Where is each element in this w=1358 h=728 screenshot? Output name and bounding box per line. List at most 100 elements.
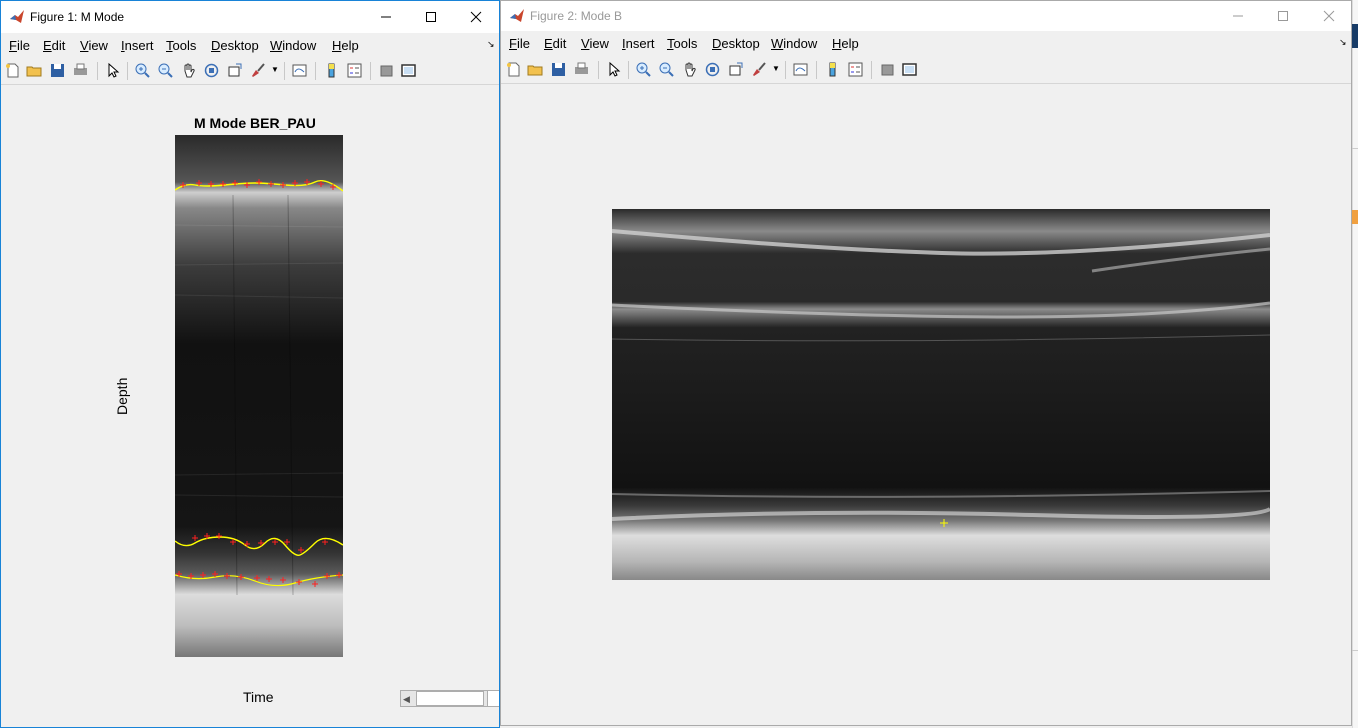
b-mode-image[interactable] bbox=[612, 209, 1270, 580]
menu-insert[interactable]: Insert bbox=[121, 38, 154, 53]
legend-icon[interactable] bbox=[346, 62, 363, 79]
new-figure-icon[interactable] bbox=[505, 61, 522, 78]
brush-dropdown-icon[interactable]: ▼ bbox=[271, 65, 279, 74]
legend-icon[interactable] bbox=[847, 61, 864, 78]
minimize-icon bbox=[1233, 15, 1243, 17]
pan-icon[interactable] bbox=[681, 61, 698, 78]
hide-plot-tools-icon[interactable] bbox=[879, 61, 896, 78]
figure1-title: Figure 1: M Mode bbox=[30, 10, 125, 24]
plot-title: M Mode BER_PAU bbox=[194, 115, 316, 131]
menu-file[interactable]: File bbox=[509, 36, 530, 51]
figure2-toolbar: ▼ bbox=[501, 57, 1351, 84]
background-window-edge bbox=[1352, 0, 1358, 728]
zoom-in-icon[interactable] bbox=[635, 61, 652, 78]
menu-desktop[interactable]: Desktop bbox=[211, 38, 259, 53]
toolbar-separator bbox=[785, 61, 786, 79]
matlab-logo-icon bbox=[10, 10, 24, 23]
toolbar-separator bbox=[315, 62, 316, 80]
pointer-icon[interactable] bbox=[605, 61, 622, 78]
background-window-line bbox=[1352, 148, 1358, 149]
m-mode-image[interactable] bbox=[175, 135, 343, 657]
background-window-tab bbox=[1352, 24, 1358, 48]
toolbar-separator bbox=[816, 61, 817, 79]
close-icon bbox=[470, 11, 482, 23]
menu-file[interactable]: File bbox=[9, 38, 30, 53]
pointer-icon[interactable] bbox=[104, 62, 121, 79]
zoom-out-icon[interactable] bbox=[658, 61, 675, 78]
rotate-3d-icon[interactable] bbox=[203, 62, 220, 79]
dock-arrow-icon[interactable]: ↘ bbox=[487, 40, 495, 49]
pan-icon[interactable] bbox=[180, 62, 197, 79]
toolbar-separator bbox=[97, 62, 98, 80]
close-button[interactable] bbox=[1306, 1, 1351, 31]
menu-desktop[interactable]: Desktop bbox=[712, 36, 760, 51]
menu-tools[interactable]: Tools bbox=[667, 36, 697, 51]
link-plot-icon[interactable] bbox=[291, 62, 308, 79]
menu-window[interactable]: Window bbox=[270, 38, 316, 53]
menu-view[interactable]: View bbox=[581, 36, 609, 51]
open-file-icon[interactable] bbox=[527, 61, 544, 78]
brush-dropdown-icon[interactable]: ▼ bbox=[772, 64, 780, 73]
menu-edit[interactable]: Edit bbox=[43, 38, 65, 53]
rotate-3d-icon[interactable] bbox=[704, 61, 721, 78]
maximize-icon bbox=[1278, 11, 1288, 21]
dock-arrow-icon[interactable]: ↘ bbox=[1339, 38, 1347, 47]
maximize-button[interactable] bbox=[1260, 1, 1306, 31]
link-plot-icon[interactable] bbox=[792, 61, 809, 78]
toolbar-separator bbox=[370, 62, 371, 80]
minimize-button[interactable] bbox=[363, 1, 409, 33]
show-plot-tools-icon[interactable] bbox=[400, 62, 417, 79]
hide-plot-tools-icon[interactable] bbox=[378, 62, 395, 79]
scroll-thumb[interactable] bbox=[416, 691, 484, 706]
print-icon[interactable] bbox=[72, 62, 89, 79]
brush-icon[interactable] bbox=[249, 62, 266, 79]
save-icon[interactable] bbox=[550, 61, 567, 78]
toolbar-separator bbox=[871, 61, 872, 79]
minimize-button[interactable] bbox=[1215, 1, 1261, 31]
menu-insert[interactable]: Insert bbox=[622, 36, 655, 51]
close-button[interactable] bbox=[453, 1, 499, 33]
figure2-title: Figure 2: Mode B bbox=[530, 9, 623, 23]
scroll-right-segment[interactable] bbox=[487, 691, 499, 706]
figure1-window: Figure 1: M Mode File Edit View Insert T… bbox=[0, 0, 500, 728]
figure1-menubar: File Edit View Insert Tools Desktop Wind… bbox=[1, 33, 499, 57]
x-axis-label: Time bbox=[243, 689, 274, 705]
horizontal-scrollbar[interactable]: ◀ bbox=[400, 690, 499, 707]
figure2-menubar: File Edit View Insert Tools Desktop Wind… bbox=[501, 31, 1351, 55]
print-icon[interactable] bbox=[573, 61, 590, 78]
colorbar-icon[interactable] bbox=[824, 61, 841, 78]
open-file-icon[interactable] bbox=[26, 62, 43, 79]
zoom-out-icon[interactable] bbox=[157, 62, 174, 79]
menu-help[interactable]: Help bbox=[332, 38, 359, 53]
show-plot-tools-icon[interactable] bbox=[901, 61, 918, 78]
figure1-toolbar: ▼ bbox=[1, 58, 499, 85]
scroll-left-icon[interactable]: ◀ bbox=[403, 694, 410, 705]
matlab-logo-icon bbox=[510, 9, 524, 22]
toolbar-separator bbox=[127, 62, 128, 80]
menu-view[interactable]: View bbox=[80, 38, 108, 53]
minimize-icon bbox=[381, 16, 391, 18]
menu-help[interactable]: Help bbox=[832, 36, 859, 51]
background-window-line bbox=[1352, 650, 1358, 651]
toolbar-separator bbox=[284, 62, 285, 80]
new-figure-icon[interactable] bbox=[4, 62, 21, 79]
background-window-marker bbox=[1352, 210, 1358, 224]
brush-icon[interactable] bbox=[750, 61, 767, 78]
zoom-in-icon[interactable] bbox=[134, 62, 151, 79]
figure2-titlebar[interactable]: Figure 2: Mode B bbox=[501, 1, 1351, 31]
figure2-window: Figure 2: Mode B File Edit View Insert T… bbox=[500, 0, 1352, 726]
figure1-titlebar[interactable]: Figure 1: M Mode bbox=[1, 1, 499, 33]
menu-tools[interactable]: Tools bbox=[166, 38, 196, 53]
data-cursor-icon[interactable] bbox=[727, 61, 744, 78]
maximize-button[interactable] bbox=[408, 1, 454, 33]
toolbar-separator bbox=[598, 61, 599, 79]
toolbar-separator bbox=[628, 61, 629, 79]
save-icon[interactable] bbox=[49, 62, 66, 79]
data-cursor-icon[interactable] bbox=[226, 62, 243, 79]
y-axis-label: Depth bbox=[114, 377, 130, 415]
maximize-icon bbox=[426, 12, 436, 22]
colorbar-icon[interactable] bbox=[323, 62, 340, 79]
menu-window[interactable]: Window bbox=[771, 36, 817, 51]
menu-edit[interactable]: Edit bbox=[544, 36, 566, 51]
close-icon bbox=[1323, 10, 1335, 22]
